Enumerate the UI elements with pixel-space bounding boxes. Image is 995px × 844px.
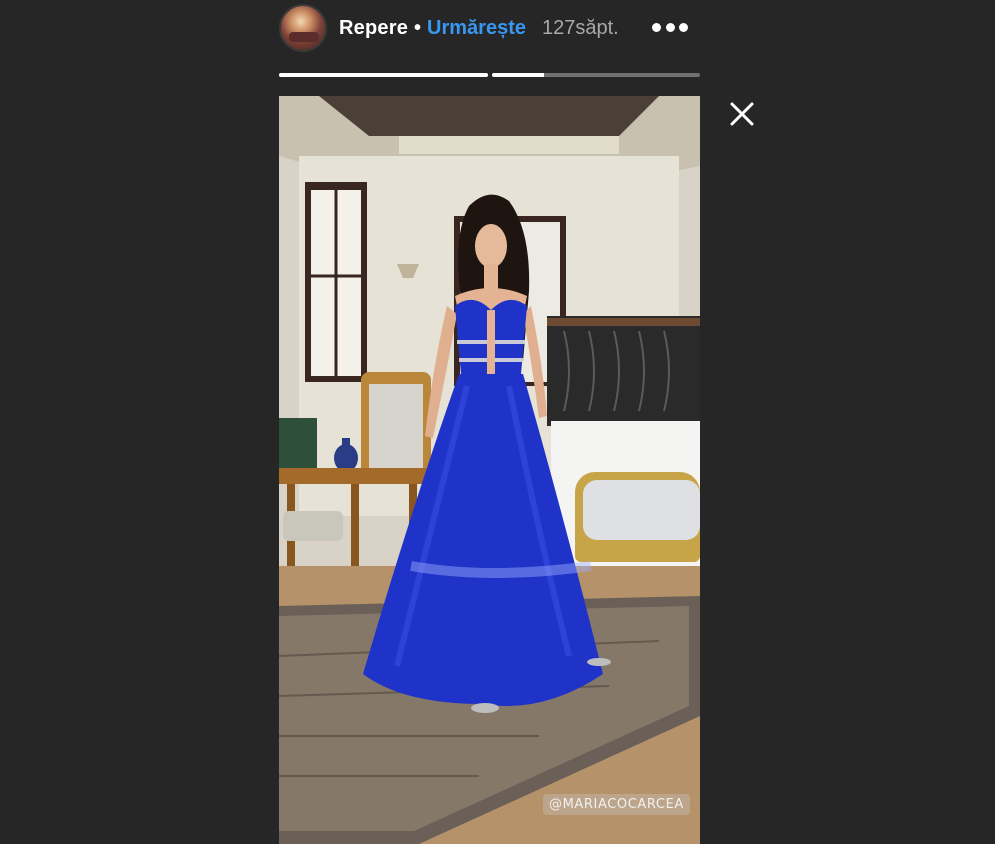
story-progress (279, 73, 700, 77)
story-media[interactable]: @MARIACOCARCEA (279, 96, 700, 844)
more-dot (652, 22, 661, 32)
follow-button[interactable]: Urmărește (427, 17, 526, 40)
progress-fill-2 (491, 73, 544, 77)
more-dot (665, 22, 675, 32)
close-icon[interactable] (728, 100, 756, 128)
story-image (279, 96, 700, 844)
separator-dot: • (414, 16, 422, 39)
post-time: 127săpt. (541, 16, 619, 39)
progress-segment-2 (491, 73, 700, 77)
story-header: Repere • Urmărește 127săpt. (279, 4, 619, 52)
avatar[interactable] (279, 4, 327, 52)
username[interactable]: Repere (339, 17, 408, 40)
more-dot (679, 22, 688, 32)
story-watermark: @MARIACOCARCEA (543, 794, 690, 815)
progress-segment-1 (279, 73, 488, 77)
more-options-icon[interactable] (652, 18, 688, 36)
story-viewer: Repere • Urmărește 127săpt. @MARIACOCARC… (0, 0, 995, 844)
progress-fill-1 (279, 73, 488, 77)
